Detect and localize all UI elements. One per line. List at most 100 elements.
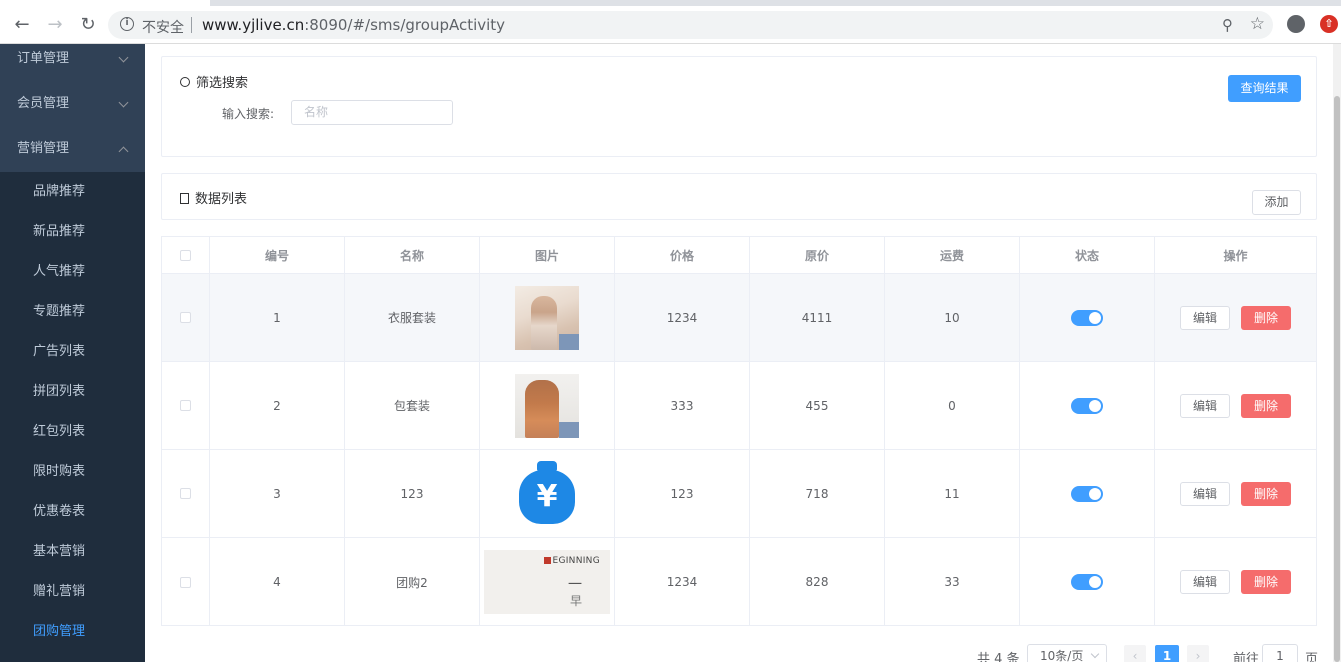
url-path: :8090/#/sms/groupActivity xyxy=(304,16,506,34)
menu-group-label: 营销管理 xyxy=(17,141,70,156)
cell-status xyxy=(1020,362,1155,449)
next-page-icon[interactable]: › xyxy=(1187,645,1209,662)
edit-button[interactable]: 编辑 xyxy=(1180,481,1230,506)
sidebar: 订单管理 会员管理 营销管理 品牌推荐 新品推荐 人气推荐 专题推荐 广告列表 … xyxy=(0,44,145,662)
delete-button[interactable]: 删除 xyxy=(1241,305,1291,330)
model-figure xyxy=(525,379,559,438)
cell-name: 团购2 xyxy=(345,538,480,626)
menu-group-members[interactable]: 会员管理 xyxy=(0,89,145,134)
extension-icon[interactable]: ⇧ xyxy=(1320,15,1338,33)
filter-card: 筛选搜索 输入搜索: 名称 查询结果 xyxy=(161,56,1317,157)
zoom-icon[interactable]: ⚲ xyxy=(1222,16,1233,34)
query-button[interactable]: 查询结果 xyxy=(1228,75,1301,102)
delete-button[interactable]: 删除 xyxy=(1241,393,1291,418)
pagination-total: 共 4 条 xyxy=(977,652,1020,662)
menu-group-orders[interactable]: 订单管理 xyxy=(0,44,145,89)
header-cell: 运费 xyxy=(885,237,1020,273)
pagination: 共 4 条 10条/页 ‹ 1 › 前往 1 页 xyxy=(145,644,1341,662)
scrollbar-thumb[interactable] xyxy=(1334,96,1340,662)
row-select-cell xyxy=(162,450,210,537)
cell-actions: 编辑 删除 xyxy=(1155,274,1316,361)
header-cell: 价格 xyxy=(615,237,750,273)
status-toggle[interactable] xyxy=(1071,309,1103,326)
delete-button[interactable]: 删除 xyxy=(1241,481,1291,506)
search-input[interactable]: 名称 xyxy=(291,100,453,125)
page-scrollbar[interactable] xyxy=(1333,44,1341,662)
sidebar-item-new-products[interactable]: 新品推荐 xyxy=(0,212,145,252)
sidebar-item-topics[interactable]: 专题推荐 xyxy=(0,292,145,332)
row-checkbox[interactable] xyxy=(180,488,191,499)
back-icon[interactable]: ← xyxy=(12,14,32,35)
cell-name: 包套装 xyxy=(345,362,480,449)
browser-toolbar: ← → ↻ i 不安全 www.yjlive.cn:8090/#/sms/gro… xyxy=(0,0,1341,44)
security-label: 不安全 xyxy=(142,20,184,36)
status-toggle[interactable] xyxy=(1071,397,1103,414)
status-toggle[interactable] xyxy=(1071,574,1103,590)
list-title: 数据列表 xyxy=(180,188,247,207)
cell-shipping: 33 xyxy=(885,538,1020,626)
reload-icon[interactable]: ↻ xyxy=(78,14,98,35)
cell-image xyxy=(480,362,615,449)
header-cell: 状态 xyxy=(1020,237,1155,273)
sidebar-item-brand[interactable]: 品牌推荐 xyxy=(0,172,145,212)
cell-image xyxy=(480,274,615,361)
sidebar-item-gift-marketing[interactable]: 赠礼营销 xyxy=(0,572,145,612)
select-all-checkbox[interactable] xyxy=(180,249,191,261)
prev-page-icon[interactable]: ‹ xyxy=(1124,645,1146,662)
filter-title-text: 筛选搜索 xyxy=(196,76,249,91)
header-cell: 名称 xyxy=(345,237,480,273)
table-header: 编号 名称 图片 价格 原价 运费 状态 操作 xyxy=(162,237,1316,274)
profile-avatar-icon[interactable] xyxy=(1287,15,1305,33)
sidebar-item-ads[interactable]: 广告列表 xyxy=(0,332,145,372)
search-icon xyxy=(180,77,190,87)
cell-shipping: 11 xyxy=(885,450,1020,537)
url-text[interactable]: www.yjlive.cn:8090/#/sms/groupActivity xyxy=(202,16,505,34)
row-select-cell xyxy=(162,274,210,361)
delete-button[interactable]: 删除 xyxy=(1241,570,1291,594)
sidebar-item-popular[interactable]: 人气推荐 xyxy=(0,252,145,292)
bookmark-star-icon[interactable]: ☆ xyxy=(1250,14,1265,34)
tab-strip xyxy=(0,0,1341,6)
sidebar-item-flash-sale[interactable]: 限时购表 xyxy=(0,452,145,492)
price-tag xyxy=(559,421,579,438)
cell-status xyxy=(1020,450,1155,537)
row-checkbox[interactable] xyxy=(180,576,191,588)
table-row: 3 123 ¥ 123 718 11 编辑 删除 xyxy=(162,450,1316,538)
sidebar-item-red-packets[interactable]: 红包列表 xyxy=(0,412,145,452)
money-bag-symbol: ¥ xyxy=(519,469,575,524)
cell-original-price: 4111 xyxy=(750,274,885,361)
table-row: 1 衣服套装 1234 4111 10 编辑 删除 xyxy=(162,274,1316,362)
status-toggle[interactable] xyxy=(1071,485,1103,502)
table-row: 4 团购2 EGINNING 一 早 1234 828 33 编辑 删除 xyxy=(162,538,1316,626)
price-tag xyxy=(559,333,579,350)
row-checkbox[interactable] xyxy=(180,312,191,323)
sidebar-item-group-purchase[interactable]: 团购管理 xyxy=(0,612,145,652)
group-photo-brand: EGINNING xyxy=(544,556,600,566)
forward-icon[interactable]: → xyxy=(45,14,65,35)
info-icon[interactable]: i xyxy=(120,17,134,31)
row-checkbox[interactable] xyxy=(180,400,191,411)
list-title-text: 数据列表 xyxy=(195,192,248,207)
header-cell: 原价 xyxy=(750,237,885,273)
cell-name: 衣服套装 xyxy=(345,274,480,361)
edit-button[interactable]: 编辑 xyxy=(1180,305,1230,330)
brand-logo-mark xyxy=(544,557,552,564)
sidebar-item-basic-marketing[interactable]: 基本营销 xyxy=(0,532,145,572)
group-photo-line1: 一 xyxy=(568,577,582,593)
table-row: 2 包套装 333 455 0 编辑 删除 xyxy=(162,362,1316,450)
cell-id: 3 xyxy=(210,450,345,537)
cell-original-price: 828 xyxy=(750,538,885,626)
page-size-select[interactable]: 10条/页 xyxy=(1027,644,1107,662)
edit-button[interactable]: 编辑 xyxy=(1180,393,1230,418)
address-bar[interactable]: i 不安全 www.yjlive.cn:8090/#/sms/groupActi… xyxy=(108,11,1273,39)
goto-page-input[interactable]: 1 xyxy=(1262,644,1298,662)
active-tab[interactable] xyxy=(0,0,210,6)
edit-button[interactable]: 编辑 xyxy=(1180,570,1230,594)
add-button[interactable]: 添加 xyxy=(1252,190,1301,215)
sidebar-item-coupons[interactable]: 优惠卷表 xyxy=(0,492,145,532)
cell-price: 1234 xyxy=(615,274,750,361)
cell-price: 1234 xyxy=(615,538,750,626)
goto-label: 前往 xyxy=(1233,652,1260,662)
sidebar-item-group-buy-list[interactable]: 拼团列表 xyxy=(0,372,145,412)
page-number-current[interactable]: 1 xyxy=(1155,645,1179,662)
